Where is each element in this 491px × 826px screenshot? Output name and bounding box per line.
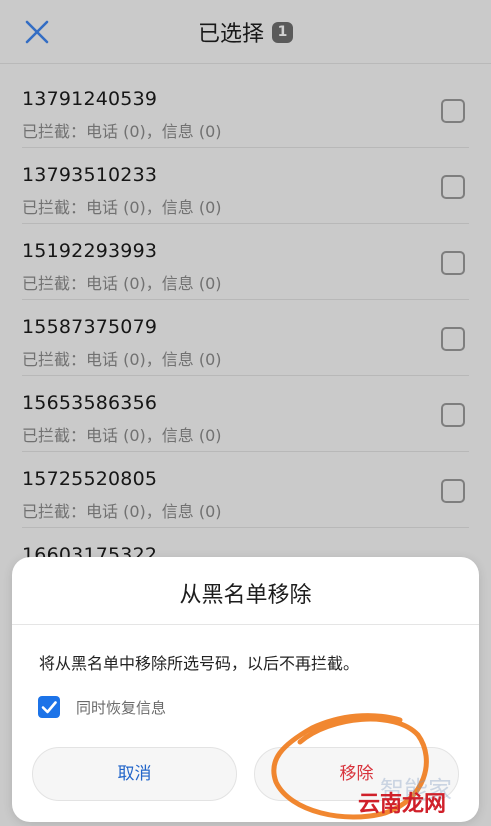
checkmark-icon	[41, 701, 57, 714]
restore-messages-label[interactable]: 同时恢复信息	[76, 697, 166, 718]
dialog-message: 将从黑名单中移除所选号码，以后不再拦截。	[39, 654, 360, 673]
cancel-button[interactable]: 取消	[32, 747, 237, 801]
watermark-logo-text: 云南龙网	[358, 792, 447, 817]
dialog-divider	[12, 624, 479, 625]
dialog-title: 从黑名单移除	[179, 583, 312, 608]
restore-messages-checkbox[interactable]	[38, 696, 60, 718]
